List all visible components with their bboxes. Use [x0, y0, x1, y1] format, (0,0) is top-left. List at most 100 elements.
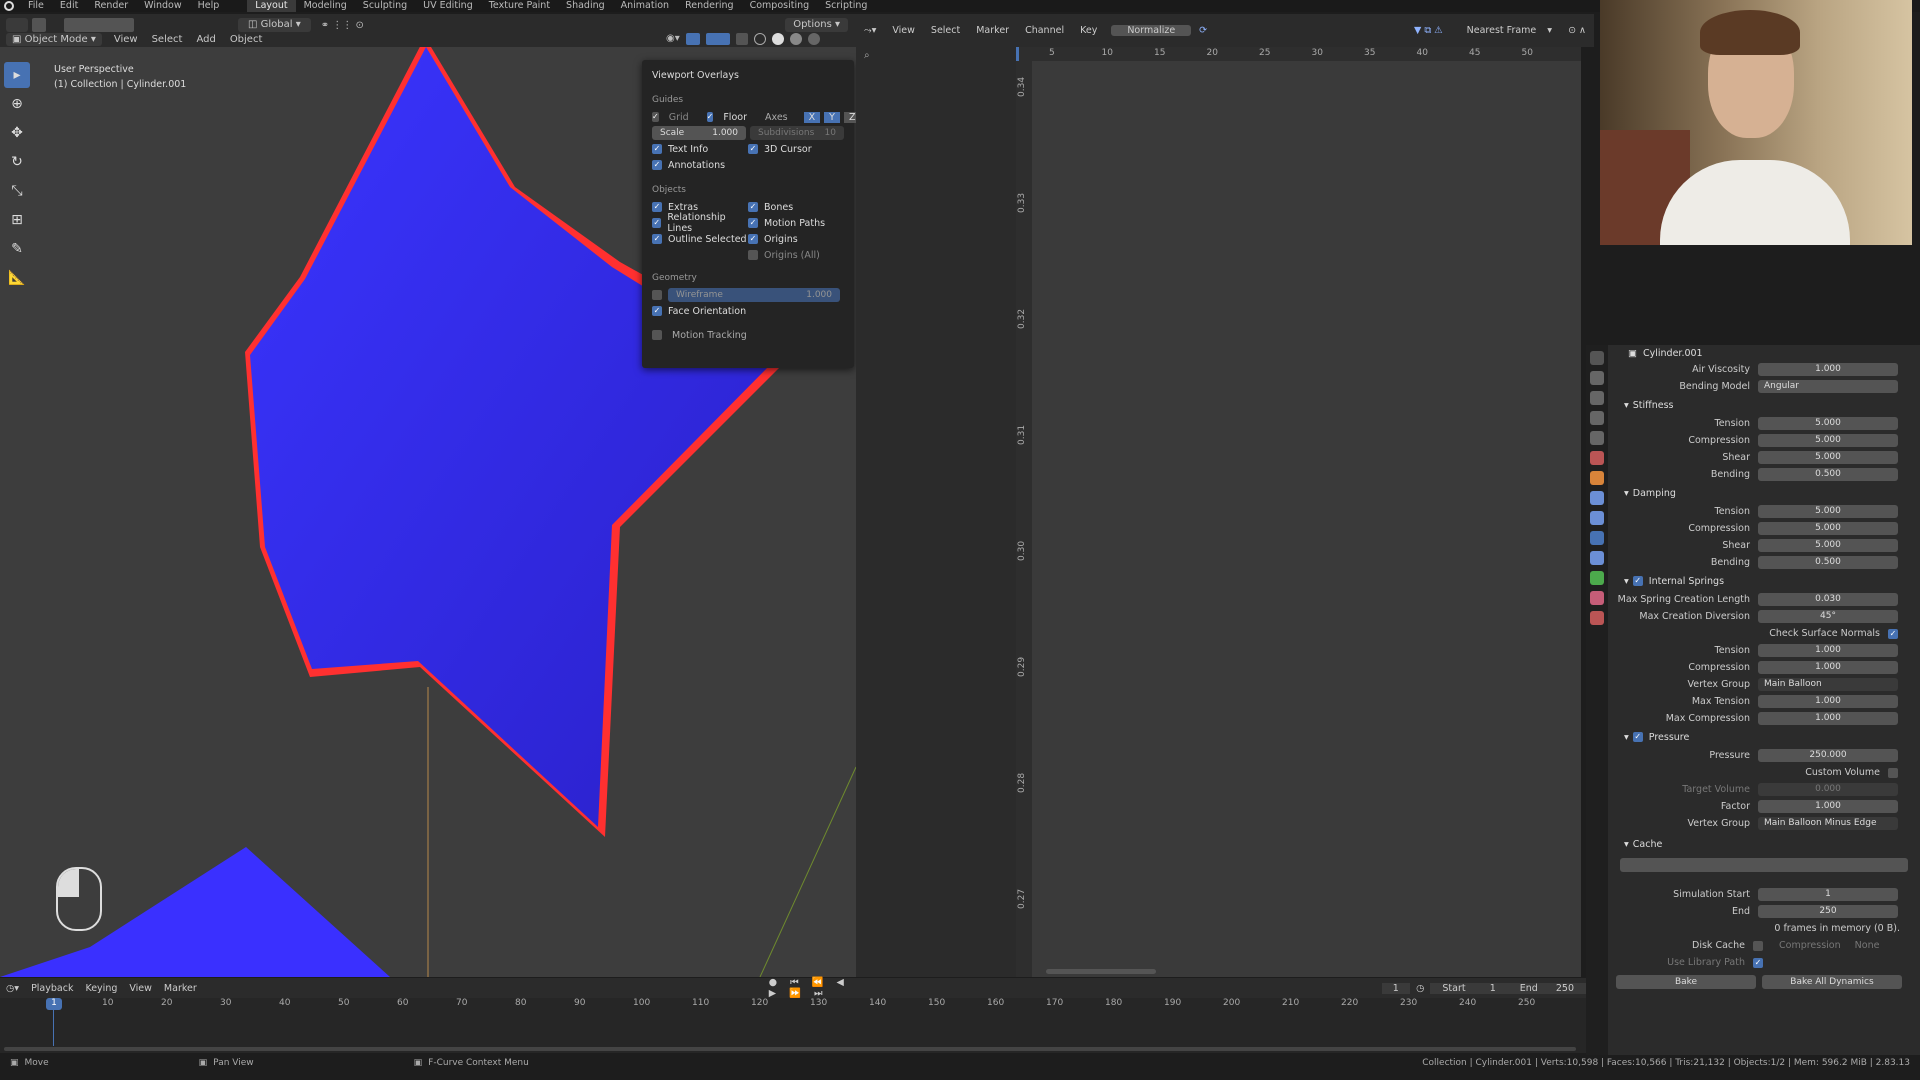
internal-springs-checkbox[interactable]: ✓	[1632, 576, 1643, 586]
output-tab-icon[interactable]	[1590, 391, 1604, 405]
blender-logo-icon[interactable]	[4, 1, 14, 11]
pressure-field[interactable]: 250.000	[1758, 749, 1898, 762]
max-spring-length-field[interactable]: 0.030	[1758, 593, 1898, 606]
face-orientation-checkbox[interactable]: ✓	[652, 306, 662, 316]
max-diversion-field[interactable]: 45°	[1758, 610, 1898, 623]
view-layer-tab-icon[interactable]	[1590, 411, 1604, 425]
workspace-tab-sculpting[interactable]: Sculpting	[355, 0, 415, 12]
max-tension-field[interactable]: 1.000	[1758, 695, 1898, 708]
snap-dropdown[interactable]: Nearest Frame ▾	[1451, 25, 1560, 36]
end-frame-field[interactable]: End 250	[1507, 982, 1586, 994]
graph-channel-region[interactable]: ⌕	[856, 47, 1016, 977]
physics-tab-icon[interactable]	[1590, 531, 1604, 545]
object-mode-dropdown[interactable]: ▣ Object Mode ▾	[6, 33, 102, 46]
visibility-icon[interactable]: ◉▾	[666, 33, 680, 45]
axis-x-toggle[interactable]: X	[803, 111, 821, 123]
select-tool-icon[interactable]	[32, 18, 46, 32]
constraints-tab-icon[interactable]	[1590, 551, 1604, 565]
wireframe-checkbox[interactable]	[652, 290, 662, 300]
bake-all-dynamics-button[interactable]: Bake All Dynamics	[1762, 975, 1902, 989]
motion-tracking-checkbox[interactable]	[652, 330, 662, 340]
air-viscosity-field[interactable]: 1.000	[1758, 363, 1898, 376]
channel-search-icon[interactable]: ⌕	[864, 50, 870, 61]
menu-file[interactable]: File	[20, 0, 52, 12]
render-tab-icon[interactable]	[1590, 371, 1604, 385]
max-compression-field[interactable]: 1.000	[1758, 712, 1898, 725]
graph-menu-marker[interactable]: Marker	[968, 25, 1017, 36]
rendered-shading-icon[interactable]	[807, 33, 820, 45]
springs-vertex-group-field[interactable]: Main Balloon	[1758, 678, 1898, 691]
pressure-checkbox[interactable]: ✓	[1632, 732, 1643, 742]
custom-volume-checkbox[interactable]	[1888, 767, 1898, 778]
internal-springs-section[interactable]: ▾ ✓ Internal Springs	[1608, 571, 1920, 591]
bones-checkbox[interactable]: ✓	[748, 202, 758, 212]
timeline-editor-icon[interactable]: ◷▾	[0, 983, 25, 994]
damping-shear-field[interactable]: 5.000	[1758, 539, 1898, 552]
gizmo-toggle-icon[interactable]	[685, 33, 700, 45]
menu-help[interactable]: Help	[190, 0, 228, 12]
texture-tab-icon[interactable]	[1590, 611, 1604, 625]
solid-shading-icon[interactable]	[771, 33, 784, 45]
menu-render[interactable]: Render	[86, 0, 136, 12]
scene-tab-icon[interactable]	[1590, 431, 1604, 445]
timeline-area[interactable]: 10 20 30 40 50 60 70 80 90 100 110 120 130 140 150 160 1…	[0, 998, 1586, 1053]
transform-orientation[interactable]: ◫ Global ▾	[238, 18, 311, 32]
damping-tension-field[interactable]: 5.000	[1758, 505, 1898, 518]
transform-tool-icon[interactable]: ⊞	[4, 207, 30, 233]
modifier-tab-icon[interactable]	[1590, 491, 1604, 505]
move-tool-icon[interactable]: ✥	[4, 120, 30, 146]
graph-scrollbar[interactable]	[1046, 969, 1156, 974]
tool-tab-icon[interactable]	[1590, 351, 1604, 365]
workspace-tab-scripting[interactable]: Scripting	[817, 0, 875, 12]
check-normals-checkbox[interactable]: ✓	[1888, 628, 1898, 639]
grid-subdivisions-field[interactable]: Subdivisions 10	[750, 126, 844, 140]
factor-field[interactable]: 1.000	[1758, 800, 1898, 813]
normalize-toggle[interactable]: Normalize	[1111, 25, 1192, 36]
filter-icons[interactable]: ▼ ⧉ ⚠	[1406, 25, 1451, 36]
menu-window[interactable]: Window	[136, 0, 189, 12]
annotate-tool-icon[interactable]: ✎	[4, 236, 30, 262]
cache-compression-dropdown[interactable]: None	[1855, 940, 1880, 951]
current-frame-field[interactable]: 1	[1381, 982, 1411, 994]
use-library-path-checkbox[interactable]: ✓	[1753, 957, 1763, 968]
floor-checkbox[interactable]: ✓	[706, 112, 714, 122]
stiffness-tension-field[interactable]: 5.000	[1758, 417, 1898, 430]
auto-normalize-icon[interactable]: ⟳	[1191, 25, 1215, 36]
springs-compression-field[interactable]: 1.000	[1758, 661, 1898, 674]
relationship-lines-checkbox[interactable]: ✓	[652, 218, 662, 228]
viewport-menu-select[interactable]: Select	[152, 34, 183, 45]
graph-menu-channel[interactable]: Channel	[1017, 25, 1072, 36]
graph-area[interactable]: 5 10 15 20 25 30 35 40 45 50 0.34 0.33 0.32 0.31 0.30…	[1016, 47, 1581, 977]
cache-list[interactable]	[1620, 858, 1908, 872]
stiffness-bending-field[interactable]: 0.500	[1758, 468, 1898, 481]
disk-cache-checkbox[interactable]	[1753, 940, 1763, 951]
playhead-label[interactable]: 1	[46, 998, 62, 1010]
workspace-tab-rendering[interactable]: Rendering	[677, 0, 742, 12]
stiffness-shear-field[interactable]: 5.000	[1758, 451, 1898, 464]
rotate-tool-icon[interactable]: ↻	[4, 149, 30, 175]
workspace-tab-modeling[interactable]: Modeling	[296, 0, 355, 12]
workspace-tab-texture-paint[interactable]: Texture Paint	[481, 0, 558, 12]
wireframe-field[interactable]: Wireframe 1.000	[668, 288, 840, 302]
graph-editor-type-icon[interactable]: ⤳▾	[856, 25, 884, 36]
proportional-icon[interactable]: ⊙ ∧	[1560, 25, 1594, 36]
damping-section[interactable]: ▾ Damping	[1608, 483, 1920, 503]
annotations-checkbox[interactable]: ✓	[652, 160, 662, 170]
graph-menu-key[interactable]: Key	[1072, 25, 1105, 36]
object-tab-icon[interactable]	[1590, 471, 1604, 485]
sim-start-field[interactable]: 1	[1758, 888, 1898, 901]
workspace-tab-animation[interactable]: Animation	[613, 0, 677, 12]
sim-end-field[interactable]: 250	[1758, 905, 1898, 918]
select-box-tool-icon[interactable]: ▸	[4, 62, 30, 88]
pressure-vertex-group-field[interactable]: Main Balloon Minus Edge	[1758, 817, 1898, 830]
extras-checkbox[interactable]: ✓	[652, 202, 662, 212]
snap-icon[interactable]: ⚭ ⋮⋮ ⊙	[321, 20, 364, 31]
stiffness-section[interactable]: ▾ Stiffness	[1608, 395, 1920, 415]
options-dropdown[interactable]: Options ▾	[785, 18, 848, 32]
cursor-tool-icon[interactable]: ⊕	[4, 91, 30, 117]
overlays-toggle-icon[interactable]	[705, 33, 730, 45]
cache-section[interactable]: ▾ Cache	[1608, 834, 1920, 854]
playback-controls[interactable]: ● ⏮ ⏪ ◀ ▶ ⏩ ⏭	[763, 977, 862, 999]
outline-selected-checkbox[interactable]: ✓	[652, 234, 662, 244]
preview-range-icon[interactable]: ◷	[1410, 983, 1430, 994]
